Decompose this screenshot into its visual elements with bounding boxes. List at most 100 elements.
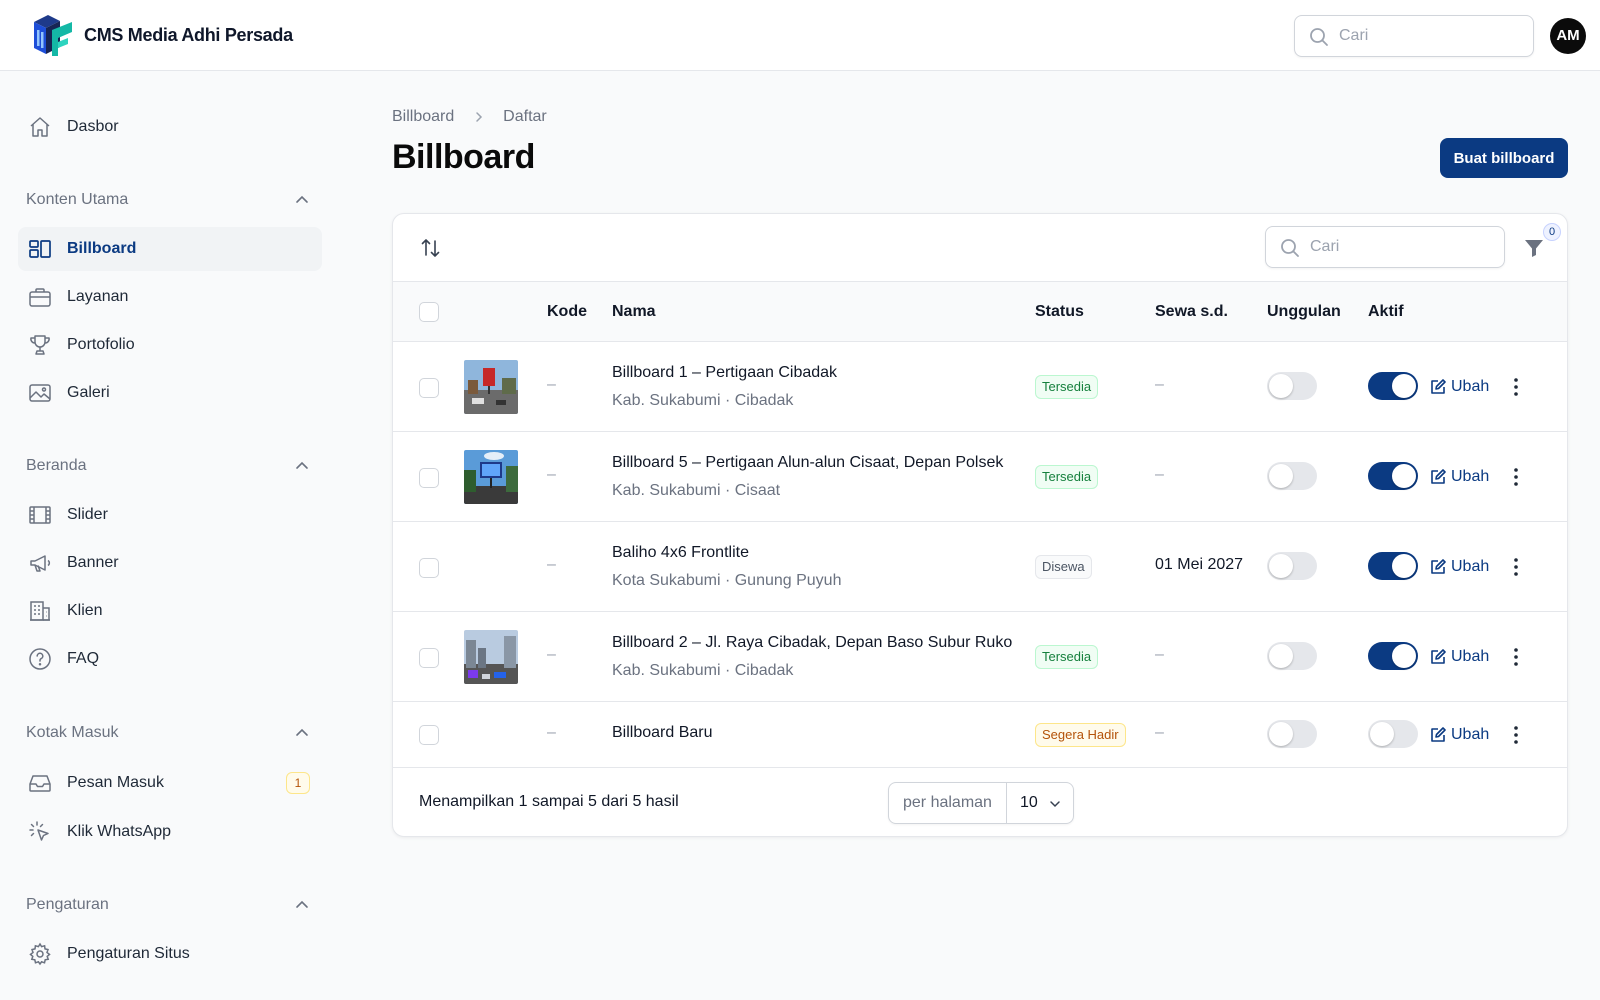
image-icon <box>29 384 51 402</box>
column-header-featured[interactable]: Unggulan <box>1267 303 1341 321</box>
more-vertical-icon[interactable] <box>1506 723 1526 747</box>
global-search-input[interactable] <box>1339 16 1519 56</box>
brand-logo-icon[interactable] <box>30 12 76 58</box>
group-label: Beranda <box>26 457 87 474</box>
active-toggle[interactable] <box>1368 372 1418 400</box>
billboard-table-card: 0 Kode Nama Status Sewa s.d. Unggulan Ak… <box>392 213 1568 837</box>
home-icon <box>30 117 50 137</box>
sidebar-item-label: Layanan <box>67 288 129 305</box>
global-search[interactable] <box>1294 15 1534 57</box>
active-toggle[interactable] <box>1368 642 1418 670</box>
column-header-code[interactable]: Kode <box>547 303 587 321</box>
megaphone-icon <box>30 555 51 572</box>
breadcrumb-link[interactable]: Billboard <box>392 108 454 125</box>
edit-label: Ubah <box>1451 468 1490 485</box>
more-vertical-icon[interactable] <box>1506 465 1526 489</box>
billboard-thumbnail[interactable] <box>464 360 518 414</box>
sidebar-item-faq[interactable]: FAQ <box>18 637 322 681</box>
sidebar-item-label: Pengaturan Situs <box>67 945 190 962</box>
chevron-up-icon <box>296 728 308 736</box>
edit-label: Ubah <box>1451 726 1490 743</box>
billboard-thumbnail[interactable] <box>464 630 518 684</box>
sidebar-item-portofolio[interactable]: Portofolio <box>18 323 322 367</box>
row-checkbox[interactable] <box>419 725 439 745</box>
code-cell: – <box>547 556 556 573</box>
active-toggle[interactable] <box>1368 552 1418 580</box>
chevron-down-icon <box>1050 801 1060 808</box>
column-header-name[interactable]: Nama <box>612 303 656 321</box>
page-title: Billboard <box>392 138 535 176</box>
rent-until-cell: – <box>1155 466 1164 483</box>
sidebar-item-billboard[interactable]: Billboard <box>18 227 322 271</box>
column-header-active[interactable]: Aktif <box>1368 303 1404 321</box>
group-beranda[interactable]: Beranda <box>26 454 310 478</box>
user-avatar[interactable]: AM <box>1550 18 1586 54</box>
sidebar-item-galeri[interactable]: Galeri <box>18 371 322 415</box>
column-header-status[interactable]: Status <box>1035 303 1084 321</box>
sidebar-item-label: Pesan Masuk <box>67 774 164 791</box>
trophy-icon <box>30 335 50 355</box>
per-page-select[interactable]: per halaman 10 <box>888 782 1074 824</box>
active-toggle[interactable] <box>1368 462 1418 490</box>
sort-icon[interactable] <box>419 236 443 260</box>
filter-icon[interactable] <box>1522 236 1546 260</box>
featured-toggle[interactable] <box>1267 642 1317 670</box>
chevron-up-icon <box>296 900 308 908</box>
building-icon <box>30 601 50 621</box>
toggle-knob <box>1392 464 1416 488</box>
sidebar-item-klik-whatsapp[interactable]: Klik WhatsApp <box>18 810 322 854</box>
row-checkbox[interactable] <box>419 558 439 578</box>
table-search-input[interactable] <box>1310 227 1490 267</box>
sidebar-item-slider[interactable]: Slider <box>18 493 322 537</box>
group-kotak-masuk[interactable]: Kotak Masuk <box>26 721 310 745</box>
column-header-rent-until[interactable]: Sewa s.d. <box>1155 303 1228 321</box>
more-vertical-icon[interactable] <box>1506 645 1526 669</box>
divider <box>1006 783 1007 823</box>
more-vertical-icon[interactable] <box>1506 375 1526 399</box>
edit-icon <box>1431 469 1446 484</box>
group-konten-utama[interactable]: Konten Utama <box>26 188 310 212</box>
toggle-knob <box>1392 644 1416 668</box>
select-all-checkbox[interactable] <box>419 302 439 322</box>
sidebar-item-banner[interactable]: Banner <box>18 541 322 585</box>
group-pengaturan[interactable]: Pengaturan <box>26 893 310 917</box>
name-cell: Baliho 4x6 Frontlite <box>612 544 749 561</box>
table-search[interactable] <box>1265 226 1505 268</box>
edit-icon <box>1431 379 1446 394</box>
rent-until-cell: – <box>1155 724 1164 741</box>
edit-icon <box>1431 559 1446 574</box>
sidebar: Dasbor Konten Utama Billboard Layanan Po… <box>0 71 340 1000</box>
row-checkbox[interactable] <box>419 648 439 668</box>
sidebar-item-klien[interactable]: Klien <box>18 589 322 633</box>
billboard-thumbnail[interactable] <box>464 450 518 504</box>
sidebar-item-label: FAQ <box>67 650 100 667</box>
name-cell: Billboard Baru <box>612 724 713 741</box>
app-title: CMS Media Adhi Persada <box>84 25 293 45</box>
sidebar-item-label: Banner <box>67 554 119 571</box>
featured-toggle[interactable] <box>1267 552 1317 580</box>
billboard-icon <box>29 240 51 258</box>
row-checkbox[interactable] <box>419 468 439 488</box>
active-toggle[interactable] <box>1368 720 1418 748</box>
cursor-click-icon <box>29 821 49 841</box>
status-badge: Tersedia <box>1035 375 1099 399</box>
featured-toggle[interactable] <box>1267 462 1317 490</box>
sidebar-item-label: Dasbor <box>67 118 119 135</box>
sidebar-item-dasbor[interactable]: Dasbor <box>18 105 322 149</box>
film-icon <box>29 506 51 524</box>
sidebar-item-label: Slider <box>67 506 108 523</box>
featured-toggle[interactable] <box>1267 372 1317 400</box>
top-bar: CMS Media Adhi Persada AM <box>0 0 1600 71</box>
sidebar-item-layanan[interactable]: Layanan <box>18 275 322 319</box>
row-checkbox[interactable] <box>419 378 439 398</box>
table-toolbar: 0 <box>393 214 1567 282</box>
location-cell: Kab. Sukabumi · Cibadak <box>612 392 794 409</box>
search-icon <box>1281 239 1299 257</box>
more-vertical-icon[interactable] <box>1506 555 1526 579</box>
create-billboard-button[interactable]: Buat billboard <box>1440 138 1568 178</box>
sidebar-item-pesan-masuk[interactable]: Pesan Masuk 1 <box>18 761 322 805</box>
toggle-knob <box>1392 374 1416 398</box>
sidebar-item-pengaturan-situs[interactable]: Pengaturan Situs <box>18 932 322 976</box>
group-label: Pengaturan <box>26 896 109 913</box>
featured-toggle[interactable] <box>1267 720 1317 748</box>
